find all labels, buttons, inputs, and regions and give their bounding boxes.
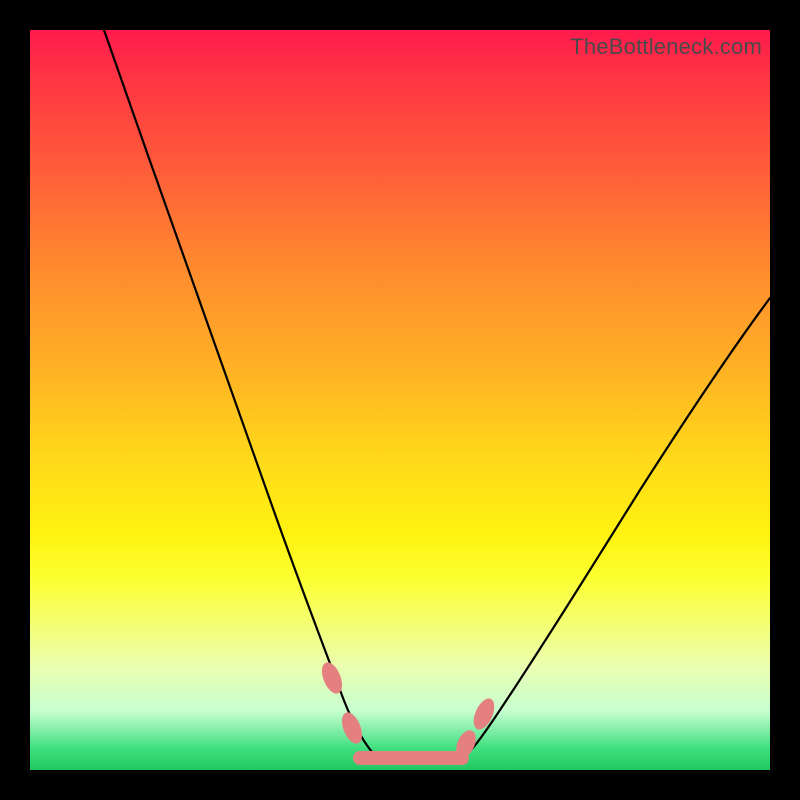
marker-left-upper bbox=[319, 660, 346, 696]
marker-right-upper bbox=[470, 696, 498, 732]
chart-svg bbox=[30, 30, 770, 770]
left-curve bbox=[104, 30, 384, 760]
marker-left-lower bbox=[339, 710, 366, 746]
right-curve bbox=[460, 298, 770, 760]
plot-area: TheBottleneck.com bbox=[30, 30, 770, 770]
chart-frame: TheBottleneck.com bbox=[0, 0, 800, 800]
